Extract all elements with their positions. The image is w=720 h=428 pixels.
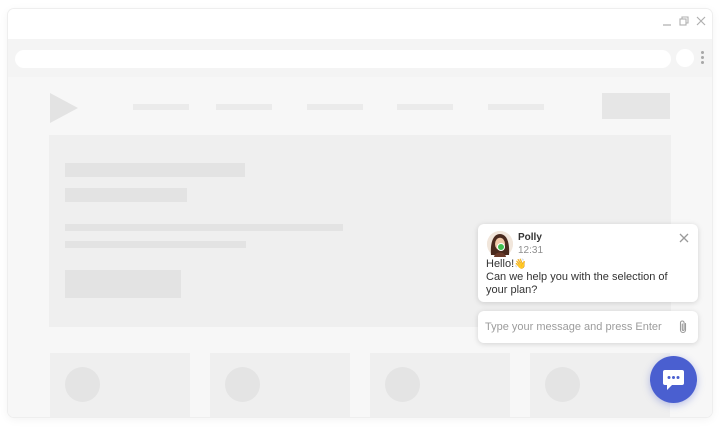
close-icon[interactable] — [678, 232, 690, 244]
close-window-icon[interactable] — [694, 14, 708, 28]
subheading-placeholder — [65, 188, 187, 202]
cta-button-placeholder[interactable] — [65, 270, 181, 298]
text-line-placeholder — [65, 224, 343, 231]
card-icon-placeholder — [385, 367, 420, 402]
nav-placeholder[interactable] — [133, 104, 189, 110]
card-placeholder[interactable] — [50, 353, 190, 417]
restore-icon[interactable] — [677, 14, 691, 28]
more-menu-icon[interactable] — [700, 49, 704, 67]
card-icon-placeholder — [225, 367, 260, 402]
agent-name: Polly — [518, 232, 542, 243]
header-button-placeholder[interactable] — [602, 93, 670, 119]
nav-placeholder[interactable] — [307, 104, 363, 110]
chat-message: Hello!👋 Can we help you with the selecti… — [486, 258, 686, 297]
browser-window — [8, 9, 712, 417]
nav-placeholder[interactable] — [216, 104, 272, 110]
online-status-dot — [497, 243, 505, 251]
chat-input-box — [478, 311, 698, 343]
nav-placeholder[interactable] — [397, 104, 453, 110]
message-time: 12:31 — [518, 245, 544, 256]
chat-message-bubble: Polly 12:31 Hello!👋 Can we help you with… — [478, 224, 698, 302]
profile-avatar[interactable] — [676, 49, 694, 67]
chat-launcher-button[interactable] — [650, 356, 697, 403]
chat-icon — [663, 370, 684, 390]
url-input[interactable] — [15, 50, 671, 68]
play-logo-icon — [50, 93, 78, 123]
minimize-icon[interactable] — [660, 14, 674, 28]
paperclip-icon[interactable] — [677, 319, 689, 335]
nav-placeholder[interactable] — [488, 104, 544, 110]
message-text: Can we help you with the selection of yo… — [486, 271, 668, 296]
heading-placeholder — [65, 163, 245, 177]
waving-hand-icon: 👋 — [514, 259, 527, 270]
title-bar — [8, 9, 712, 35]
card-placeholder[interactable] — [370, 353, 510, 417]
chat-message-input[interactable] — [485, 319, 671, 335]
greeting-text: Hello! — [486, 258, 515, 270]
card-icon-placeholder — [65, 367, 100, 402]
card-placeholder[interactable] — [530, 353, 670, 417]
card-icon-placeholder — [545, 367, 580, 402]
card-placeholder[interactable] — [210, 353, 350, 417]
text-line-placeholder — [65, 241, 246, 248]
address-bar — [8, 39, 712, 77]
